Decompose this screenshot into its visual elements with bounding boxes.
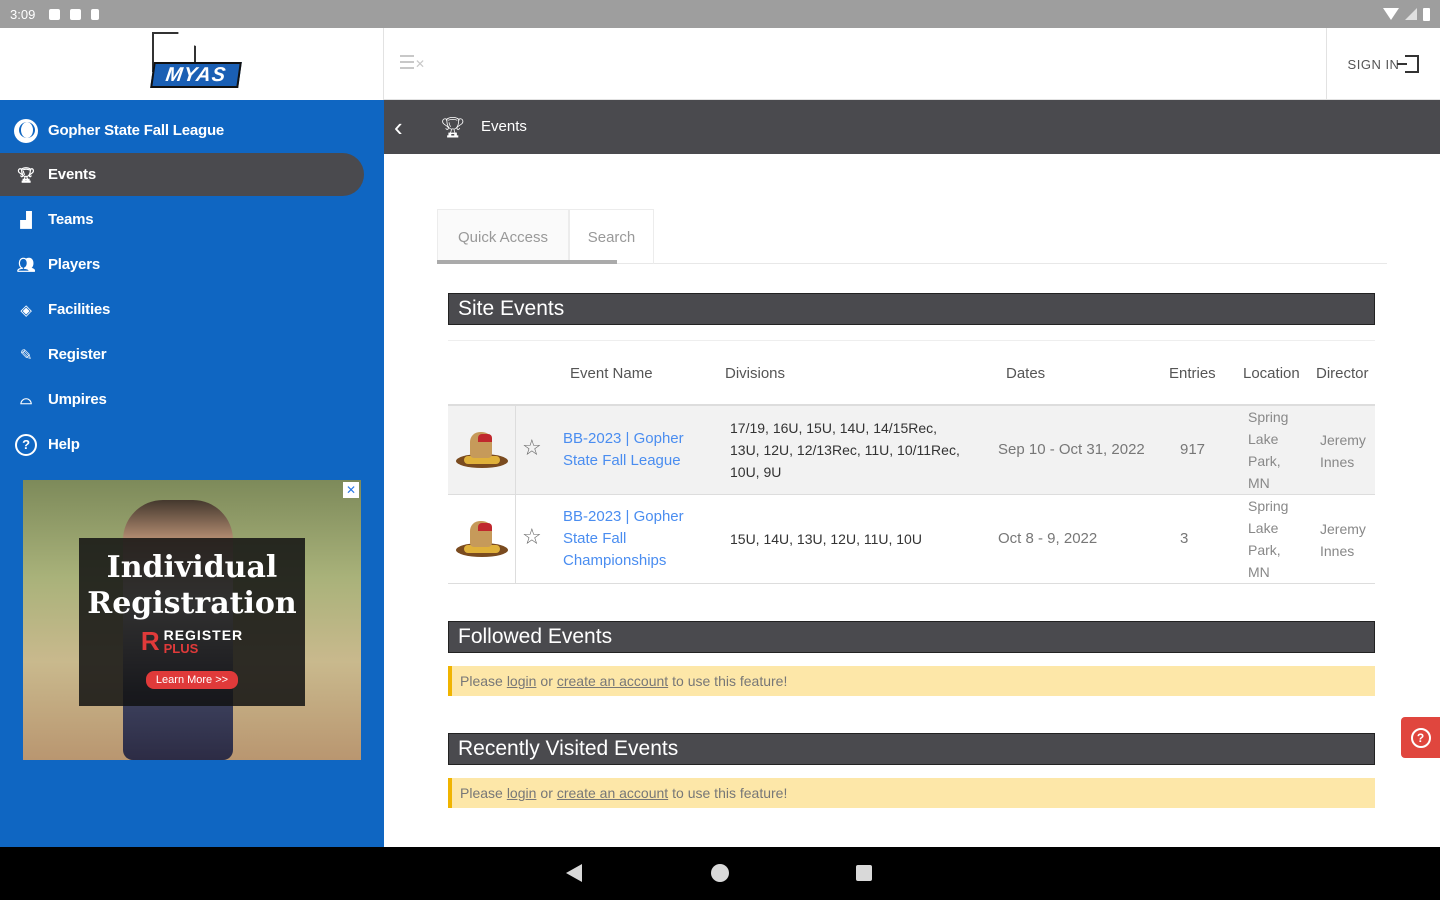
event-divisions: 17/19, 16U, 15U, 14U, 14/15Rec, 13U, 12U… bbox=[730, 420, 960, 480]
event-location: Spring Lake Park, MN bbox=[1248, 498, 1289, 580]
facility-icon: ◈ bbox=[20, 301, 32, 319]
sidebar-item-label: Help bbox=[48, 436, 80, 453]
event-entries: 3 bbox=[1180, 530, 1189, 547]
sidebar-item-players[interactable]: 👥︎ Players bbox=[0, 243, 364, 286]
sidebar-item-register[interactable]: ✎ Register bbox=[0, 333, 364, 376]
signal-icon bbox=[1405, 8, 1417, 20]
sidebar-item-label: Facilities bbox=[48, 301, 111, 318]
clipboard-icon bbox=[91, 8, 100, 20]
followed-events-heading: Followed Events bbox=[448, 621, 1375, 653]
sidebar-item-label: Events bbox=[48, 166, 96, 183]
sidebar-item-label: Register bbox=[48, 346, 107, 363]
create-account-link[interactable]: create an account bbox=[557, 673, 668, 689]
nav-recents-icon[interactable] bbox=[856, 865, 872, 881]
col-location[interactable]: Location bbox=[1243, 365, 1300, 382]
star-icon[interactable]: ☆ bbox=[522, 435, 542, 461]
tab-search[interactable]: Search bbox=[569, 209, 654, 264]
star-icon[interactable]: ☆ bbox=[522, 524, 542, 550]
nav-back-icon[interactable] bbox=[566, 864, 582, 882]
ad-headline-1: Individual bbox=[106, 550, 278, 585]
sidebar-item-label: Teams bbox=[48, 211, 94, 228]
sidebar-item-league[interactable]: Gopher State Fall League bbox=[0, 109, 364, 152]
back-chevron-icon[interactable]: ‹ bbox=[394, 114, 414, 140]
login-notice: Please login or create an account to use… bbox=[448, 666, 1375, 696]
top-bar: ✕ SIGN IN bbox=[384, 28, 1440, 100]
page-header: ‹ 🏆︎ Events bbox=[384, 100, 1440, 154]
event-dates: Sep 10 - Oct 31, 2022 bbox=[998, 441, 1145, 458]
ad-headline-2: Registration bbox=[87, 586, 297, 621]
event-logo bbox=[448, 495, 516, 583]
login-notice: Please login or create an account to use… bbox=[448, 778, 1375, 808]
registration-ad[interactable]: ✕ Individual Registration R REGISTER PLU… bbox=[23, 480, 361, 760]
android-nav-bar bbox=[0, 847, 1440, 900]
event-location: Spring Lake Park, MN bbox=[1248, 409, 1289, 491]
tab-strip: Quick Access Search bbox=[437, 209, 1387, 264]
register-icon: ✎ bbox=[19, 346, 33, 364]
col-divisions[interactable]: Divisions bbox=[725, 365, 785, 382]
create-account-link[interactable]: create an account bbox=[557, 785, 668, 801]
event-director: Jeremy Innes bbox=[1320, 432, 1366, 470]
sidebar-item-label: Umpires bbox=[48, 391, 107, 408]
col-event-name[interactable]: Event Name bbox=[570, 365, 653, 382]
login-link[interactable]: login bbox=[507, 673, 537, 689]
events-table-header: Event Name Divisions Dates Entries Locat… bbox=[448, 340, 1375, 406]
table-row[interactable]: ☆ BB-2023 | Gopher State Fall League 17/… bbox=[448, 406, 1375, 495]
baseball-icon bbox=[14, 118, 38, 143]
event-divisions: 15U, 14U, 13U, 12U, 11U, 10U bbox=[730, 531, 922, 547]
sign-in-button[interactable]: SIGN IN bbox=[1326, 28, 1440, 100]
event-name-link[interactable]: BB-2023 | Gopher State Fall League bbox=[563, 428, 684, 472]
login-link[interactable]: login bbox=[507, 785, 537, 801]
clock: 3:09 bbox=[10, 6, 36, 22]
registerplus-logo: R REGISTER PLUS bbox=[140, 626, 244, 656]
sidebar-item-events[interactable]: 🏆︎ Events bbox=[0, 153, 364, 196]
page-title: Events bbox=[481, 118, 527, 135]
sidebar-item-teams[interactable]: ▟ Teams bbox=[0, 198, 364, 241]
learn-more-button[interactable]: Learn More >> bbox=[145, 671, 239, 689]
site-events-heading: Site Events bbox=[448, 293, 1375, 325]
sign-in-icon bbox=[1397, 55, 1420, 73]
col-dates[interactable]: Dates bbox=[1006, 365, 1045, 382]
notification-icon bbox=[49, 8, 61, 20]
android-status-bar: 3:09 bbox=[0, 0, 1440, 28]
sd-card-icon bbox=[70, 8, 82, 20]
help-fab-button[interactable]: ? bbox=[1401, 717, 1440, 758]
sign-in-label: SIGN IN bbox=[1347, 56, 1400, 72]
event-name-link[interactable]: BB-2023 | Gopher State Fall Championship… bbox=[563, 506, 684, 572]
sidebar-item-label: Gopher State Fall League bbox=[48, 122, 225, 139]
col-director[interactable]: Director bbox=[1316, 365, 1369, 382]
trophy-icon: 🏆︎ bbox=[440, 117, 466, 139]
tab-quick-access[interactable]: Quick Access bbox=[437, 209, 569, 264]
table-row[interactable]: ☆ BB-2023 | Gopher State Fall Championsh… bbox=[448, 495, 1375, 584]
battery-icon bbox=[1423, 7, 1430, 21]
sidebar-item-facilities[interactable]: ◈ Facilities bbox=[0, 288, 364, 331]
ad-panel: Individual Registration R REGISTER PLUS … bbox=[79, 538, 305, 706]
sidebar-item-help[interactable]: ? Help bbox=[0, 423, 364, 466]
event-entries: 917 bbox=[1180, 441, 1206, 458]
teams-icon: ▟ bbox=[20, 211, 32, 229]
wifi-icon bbox=[1383, 8, 1399, 20]
help-icon: ? bbox=[14, 433, 38, 457]
sidebar-item-label: Players bbox=[48, 256, 100, 273]
umpire-icon: ⌓ bbox=[20, 391, 32, 408]
recently-visited-heading: Recently Visited Events bbox=[448, 733, 1375, 765]
nav-home-icon[interactable] bbox=[711, 864, 729, 882]
menu-toggle-icon[interactable]: ✕ bbox=[400, 55, 425, 73]
logo-text: MYAS bbox=[150, 62, 242, 88]
trophy-icon: 🏆︎ bbox=[16, 166, 36, 184]
site-logo[interactable]: MYAS bbox=[0, 28, 384, 100]
event-dates: Oct 8 - 9, 2022 bbox=[998, 530, 1098, 547]
event-logo bbox=[448, 406, 516, 494]
close-icon[interactable]: ✕ bbox=[343, 482, 359, 498]
col-entries[interactable]: Entries bbox=[1169, 365, 1216, 382]
active-tab-indicator bbox=[437, 260, 617, 264]
event-director: Jeremy Innes bbox=[1320, 521, 1366, 559]
sidebar-item-umpires[interactable]: ⌓ Umpires bbox=[0, 378, 364, 421]
question-icon: ? bbox=[1410, 727, 1431, 748]
players-icon: 👥︎ bbox=[16, 256, 36, 274]
